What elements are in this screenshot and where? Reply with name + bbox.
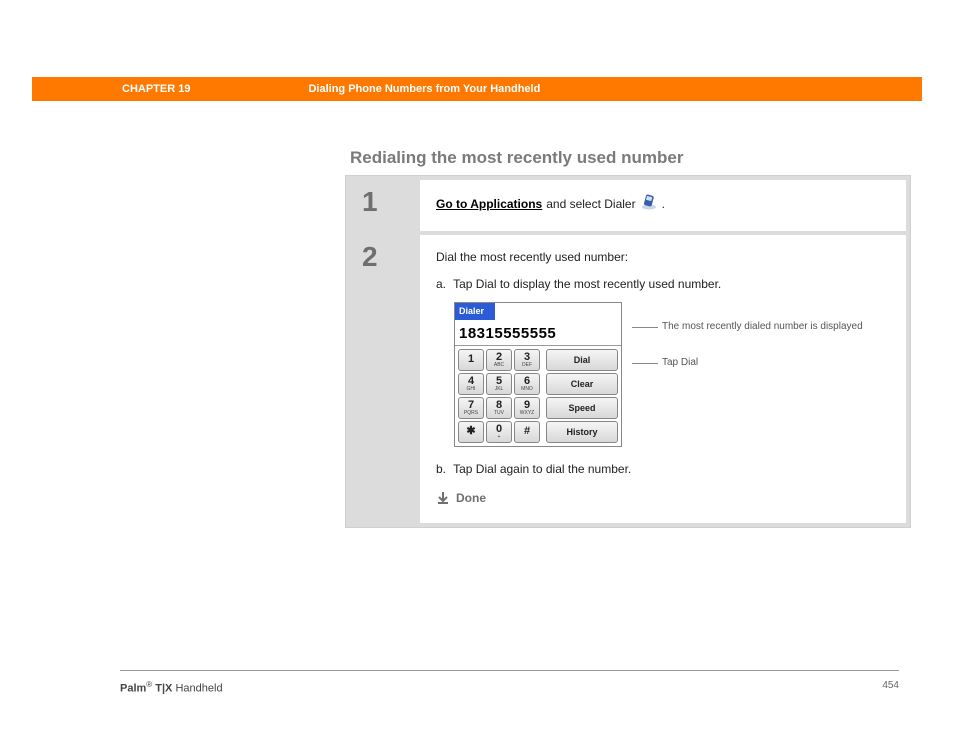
dial-button[interactable]: Dial [546, 349, 618, 371]
annotation-dial-text: Tap Dial [662, 356, 698, 370]
footer-product-type: Handheld [172, 683, 222, 695]
key-6[interactable]: 6MNO [514, 373, 540, 395]
key-1[interactable]: 1 [458, 349, 484, 371]
substep-a-text: Tap Dial to display the most recently us… [453, 277, 721, 291]
dialer-app-icon [640, 194, 658, 215]
step-number: 1 [350, 180, 420, 231]
history-button[interactable]: History [546, 421, 618, 443]
callout-line [632, 363, 658, 364]
footer-brand: Palm [120, 683, 146, 695]
callout-line [632, 327, 658, 328]
done-indicator: Done [436, 490, 890, 507]
key-8[interactable]: 8TUV [486, 397, 512, 419]
key-5[interactable]: 5JKL [486, 373, 512, 395]
done-label: Done [456, 490, 486, 507]
key-4[interactable]: 4GHI [458, 373, 484, 395]
key-hash[interactable]: # [514, 421, 540, 443]
done-arrow-icon [436, 491, 450, 505]
footer-divider [120, 670, 899, 671]
screenshot-annotations: The most recently dialed number is displ… [632, 302, 863, 370]
key-9[interactable]: 9WXYZ [514, 397, 540, 419]
dialer-app-screenshot: Dialer 18315555555 1 2ABC 3DEF 4GHI 5JKL… [454, 302, 622, 447]
speed-button[interactable]: Speed [546, 397, 618, 419]
clear-button[interactable]: Clear [546, 373, 618, 395]
annotation-display: The most recently dialed number is displ… [632, 320, 863, 334]
step-1: 1 Go to Applications and select Dialer . [350, 180, 906, 231]
annotation-dial: Tap Dial [632, 356, 863, 370]
dialer-number-display: 18315555555 [455, 320, 621, 346]
page-number: 454 [882, 680, 899, 691]
footer-model: T|X [152, 683, 172, 695]
steps-container: 1 Go to Applications and select Dialer .… [345, 175, 911, 528]
chapter-header: CHAPTER 19 Dialing Phone Numbers from Yo… [32, 77, 922, 101]
step-2-intro: Dial the most recently used number: [436, 249, 890, 266]
step-1-period: . [662, 196, 665, 213]
go-to-applications-link[interactable]: Go to Applications [436, 196, 542, 213]
chapter-label: CHAPTER 19 [122, 83, 190, 95]
key-2[interactable]: 2ABC [486, 349, 512, 371]
dialer-body: 1 2ABC 3DEF 4GHI 5JKL 6MNO 7PQRS 8TUV 9W… [455, 346, 621, 446]
substep-b-text: Tap Dial again to dial the number. [453, 462, 631, 476]
substep-b-label: b. [436, 461, 450, 478]
dialer-keypad: 1 2ABC 3DEF 4GHI 5JKL 6MNO 7PQRS 8TUV 9W… [458, 349, 540, 443]
chapter-title: Dialing Phone Numbers from Your Handheld [308, 83, 540, 95]
key-3[interactable]: 3DEF [514, 349, 540, 371]
substep-a: a. Tap Dial to display the most recently… [436, 276, 890, 293]
key-7[interactable]: 7PQRS [458, 397, 484, 419]
key-star[interactable]: ✱ [458, 421, 484, 443]
footer-product: Palm® T|X Handheld [120, 680, 223, 695]
step-2: 2 Dial the most recently used number: a.… [350, 235, 906, 523]
step-2-body: Dial the most recently used number: a. T… [420, 235, 906, 523]
step-1-text: and select Dialer [546, 196, 635, 213]
dialer-side-buttons: Dial Clear Speed History [546, 349, 618, 443]
step-number: 2 [350, 235, 420, 523]
dialer-screenshot-area: Dialer 18315555555 1 2ABC 3DEF 4GHI 5JKL… [454, 302, 890, 447]
key-0[interactable]: 0+ [486, 421, 512, 443]
dialer-titlebar: Dialer [455, 303, 495, 320]
substep-b: b. Tap Dial again to dial the number. [436, 461, 890, 478]
section-heading: Redialing the most recently used number [350, 148, 683, 168]
substep-a-label: a. [436, 276, 450, 293]
annotation-display-text: The most recently dialed number is displ… [662, 320, 863, 334]
step-1-body: Go to Applications and select Dialer . [420, 180, 906, 231]
